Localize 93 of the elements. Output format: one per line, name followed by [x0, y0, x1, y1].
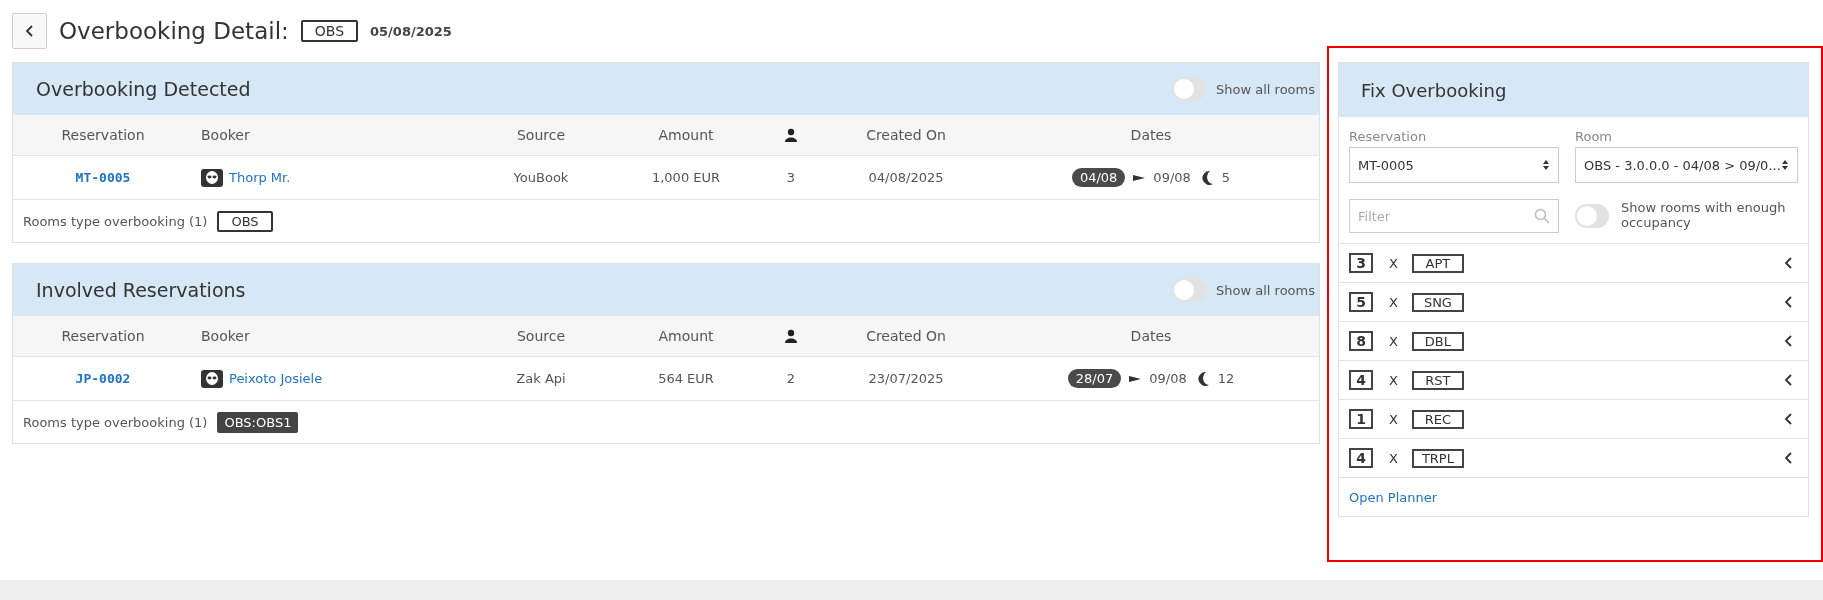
section-title: Involved Reservations: [36, 279, 246, 301]
room-type-row[interactable]: 5 X SNG: [1339, 282, 1808, 321]
page-title: Overbooking Detail:: [59, 18, 289, 44]
room-count: 3: [1349, 253, 1373, 273]
arrival-date-pill: 04/08: [1071, 168, 1126, 187]
search-icon: [1534, 208, 1550, 224]
room-type-tag: OBS: [217, 210, 273, 232]
column-header: Reservation: [60, 328, 146, 344]
column-header: Dates: [1129, 127, 1173, 143]
field-label: Room: [1575, 129, 1614, 144]
room-type-tag: OBS:OBS1: [217, 411, 299, 433]
person-icon: [785, 128, 797, 142]
column-header: Booker: [200, 127, 251, 143]
toggle-label: Show all rooms: [1216, 282, 1315, 298]
column-header: Created On: [865, 127, 947, 143]
room-count: 1: [1349, 409, 1373, 429]
room-type-row[interactable]: 4 X RST: [1339, 360, 1808, 399]
room-type-tag: REC: [1411, 409, 1464, 429]
toggle-switch[interactable]: [1172, 77, 1207, 101]
room-type-row[interactable]: 8 X DBL: [1339, 321, 1808, 360]
guests-cell-text: 3: [785, 170, 797, 185]
section-title: Overbooking Detected: [36, 78, 251, 100]
room-type-tag: OBS: [300, 20, 359, 42]
field-label: Reservation: [1349, 129, 1428, 144]
times-sign: X: [1389, 372, 1398, 388]
chevron-left-icon: [1783, 412, 1794, 426]
page-date: 05/08/2025: [370, 23, 452, 39]
times-sign: X: [1389, 411, 1398, 427]
alien-avatar-icon: [201, 168, 223, 187]
toggle-label: Show rooms with enough occupancy: [1621, 201, 1787, 231]
chevron-left-icon: [1783, 256, 1794, 270]
person-icon: [785, 329, 797, 343]
room-type-tag: DBL: [1411, 331, 1464, 351]
toggle-switch[interactable]: [1172, 278, 1207, 302]
room-type-tag: TRPL: [1411, 448, 1464, 468]
open-planner-link[interactable]: Open Planner: [1349, 489, 1438, 505]
room-count: 4: [1349, 370, 1373, 390]
reservation-link[interactable]: MT-0005: [75, 170, 131, 185]
chevron-left-icon: [1783, 373, 1794, 387]
room-type-tag: APT: [1411, 253, 1464, 273]
reservation-link[interactable]: JP-0002: [75, 371, 131, 386]
panel-title: Fix Overbooking: [1361, 79, 1507, 101]
arrival-date-pill: 28/07: [1067, 369, 1122, 388]
alien-avatar-icon: [201, 369, 223, 388]
column-header: Booker: [200, 328, 251, 344]
room-select[interactable]: OBS - 3.0.0.0 - 04/08 > 09/0...: [1575, 147, 1798, 183]
times-sign: X: [1389, 450, 1398, 466]
amount-cell-text: 1,000 EUR: [650, 170, 722, 185]
column-header: Dates: [1129, 328, 1173, 344]
column-header: Source: [515, 127, 567, 143]
source-cell-text: YouBook: [512, 170, 570, 185]
column-header: Reservation: [60, 127, 146, 143]
times-sign: X: [1389, 255, 1398, 271]
booker-link[interactable]: Thorp Mr.: [229, 170, 291, 185]
filter-field[interactable]: Filter: [1349, 199, 1559, 233]
reservation-select[interactable]: MT-0005: [1349, 147, 1559, 183]
sort-arrows-icon: [1542, 159, 1550, 171]
chevron-left-icon: [1783, 295, 1794, 309]
chevron-left-icon: [24, 24, 35, 38]
footer-label: Rooms type overbooking (1): [23, 213, 208, 229]
column-header: Amount: [657, 127, 715, 143]
source-cell-text: Zak Api: [515, 371, 567, 386]
chevron-left-icon: [1783, 451, 1794, 465]
room-type-tag: SNG: [1411, 292, 1464, 312]
room-type-row[interactable]: 1 X REC: [1339, 399, 1808, 438]
created-on-cell-text: 23/07/2025: [867, 371, 945, 386]
sort-arrows-icon: [1780, 159, 1789, 171]
toggle-switch[interactable]: [1575, 204, 1609, 228]
departure-date: 09/08: [1149, 371, 1187, 386]
room-type-row[interactable]: 4 X TRPL: [1339, 438, 1808, 477]
column-header: Amount: [657, 328, 715, 344]
column-header: Created On: [865, 328, 947, 344]
footer-label: Rooms type overbooking (1): [23, 414, 208, 430]
room-count: 8: [1349, 331, 1373, 351]
times-sign: X: [1389, 294, 1398, 310]
nights-count: 12: [1217, 371, 1235, 386]
departure-date: 09/08: [1153, 170, 1191, 185]
column-header: Source: [515, 328, 567, 344]
booker-link[interactable]: Peixoto Josiele: [229, 371, 323, 386]
amount-cell-text: 564 EUR: [657, 371, 715, 386]
room-count: 5: [1349, 292, 1373, 312]
arrow-right-icon: [1129, 373, 1142, 384]
arrow-right-icon: [1133, 172, 1146, 183]
nights-count: 5: [1221, 170, 1231, 185]
room-type-row[interactable]: 3 X APT: [1339, 243, 1808, 282]
times-sign: X: [1389, 333, 1398, 349]
toggle-label: Show all rooms: [1216, 81, 1315, 97]
created-on-cell-text: 04/08/2025: [867, 170, 945, 185]
back-button[interactable]: [12, 13, 47, 49]
guests-cell-text: 2: [785, 371, 797, 386]
room-count: 4: [1349, 448, 1373, 468]
chevron-left-icon: [1783, 334, 1794, 348]
room-type-tag: RST: [1411, 370, 1464, 390]
